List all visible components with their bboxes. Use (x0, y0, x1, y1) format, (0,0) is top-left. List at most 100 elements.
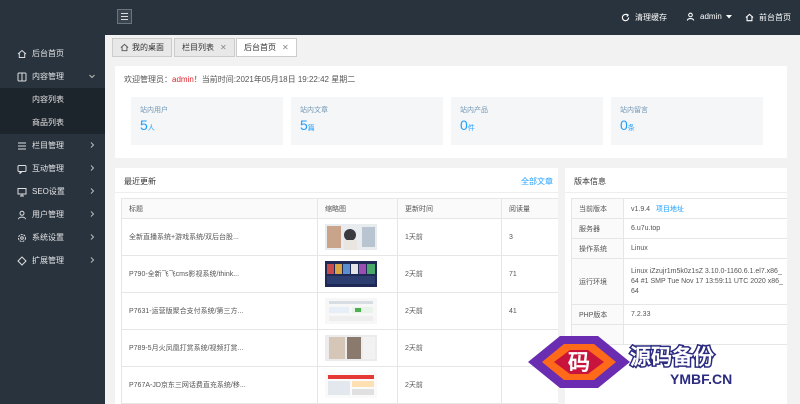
grid-icon (17, 72, 27, 82)
thumbnail-image (325, 224, 377, 250)
tab-admin-home[interactable]: 后台首页 ✕ (236, 38, 297, 57)
tab-label: 栏目列表 (182, 43, 214, 52)
version-row: 操作系统 Linux (571, 238, 787, 259)
row-title[interactable]: P7631-运营版聚合支付系统/第三方... (121, 292, 318, 330)
caret-down-icon (725, 14, 732, 18)
stat-unit: 件 (467, 125, 475, 132)
welcome-user: admin (172, 75, 194, 84)
sidebar-subitem-content-list[interactable]: 内容列表 (0, 88, 105, 111)
close-icon[interactable]: ✕ (220, 43, 227, 52)
clear-cache-label: 清理缓存 (635, 13, 667, 22)
content-submenu: 内容列表 商品列表 (0, 88, 105, 134)
version-row: 运行环境 Linux iZzujr1m5k0z1sZ 3.10.0-1160.6… (571, 258, 787, 305)
frontend-home-link[interactable]: 前台首页 (745, 12, 791, 23)
clear-cache-button[interactable]: 清理缓存 (621, 12, 667, 23)
chevron-right-icon (90, 257, 95, 263)
version-value: Linux (623, 238, 787, 259)
row-views: 71 (501, 255, 558, 293)
row-title[interactable]: P767A-JD京东三网话费直充系统/移... (121, 366, 318, 404)
user-icon (686, 12, 695, 21)
refresh-icon (621, 13, 630, 22)
latest-updates-card: 最近更新 全部文章 标题 缩略图 更新时间 阅读量 全新直播系统+游戏系统/双后… (115, 168, 558, 404)
sidebar-item-extensions[interactable]: 扩展管理 (0, 249, 105, 272)
table-row[interactable]: P767A-JD京东三网话费直充系统/移... 2天前 (121, 366, 558, 404)
close-icon[interactable]: ✕ (282, 43, 289, 52)
sidebar-item-label: 系统设置 (32, 233, 64, 242)
table-row[interactable]: P7631-运营版聚合支付系统/第三方... 2天前 41 (121, 292, 558, 330)
sidebar-item-content[interactable]: 内容管理 (0, 65, 105, 88)
row-time: 2天前 (397, 329, 502, 367)
row-thumbnail (317, 218, 398, 256)
sidebar-item-home[interactable]: 后台首页 (0, 42, 105, 65)
sidebar-item-settings[interactable]: 系统设置 (0, 226, 105, 249)
sidebar-item-seo[interactable]: SEO设置 (0, 180, 105, 203)
watermark-cn: 源码备份 (630, 345, 715, 369)
row-time: 1天前 (397, 218, 502, 256)
thumbnail-image (325, 261, 377, 287)
menu-toggle-button[interactable] (117, 9, 132, 24)
divider (115, 192, 558, 193)
user-menu[interactable]: admin (686, 12, 738, 21)
stat-label: 站内用户 (140, 107, 168, 114)
chat-icon (17, 164, 27, 174)
divider (565, 192, 787, 193)
row-title[interactable]: P789-5月火凤凰打赏系统/视频打赏... (121, 329, 318, 367)
table-row[interactable]: 全新直播系统+游戏系统/双后台股... 1天前 3 (121, 218, 558, 256)
tab-label: 后台首页 (244, 43, 276, 52)
version-value: Linux iZzujr1m5k0z1sZ 3.10.0-1160.6.1.el… (623, 258, 787, 305)
version-value: 6.u7u.top (623, 218, 787, 239)
list-icon (17, 141, 27, 151)
all-articles-link[interactable]: 全部文章 (521, 176, 553, 187)
tab-bar: 我的桌面 栏目列表 ✕ 后台首页 ✕ (105, 35, 800, 60)
version-row: 服务器 6.u7u.top (571, 218, 787, 239)
stat-value: 5 (140, 117, 148, 133)
stat-products[interactable]: 站内产品 0件 (451, 97, 603, 145)
welcome-prefix: 欢迎管理员： (124, 75, 172, 84)
thumbnail-image (325, 335, 377, 361)
watermark: 码 源码备份 YMBF.CN (520, 322, 800, 404)
row-title[interactable]: 全新直播系统+游戏系统/双后台股... (121, 218, 318, 256)
home-icon (17, 49, 27, 59)
sidebar-subitem-product-list[interactable]: 商品列表 (0, 111, 105, 134)
chevron-down-icon (89, 74, 95, 79)
version-key: 服务器 (571, 218, 624, 239)
top-header: 清理缓存 admin 前台首页 (105, 0, 800, 35)
ext-icon (17, 255, 27, 266)
row-thumbnail (317, 329, 398, 367)
row-thumbnail (317, 255, 398, 293)
watermark-en: YMBF.CN (670, 371, 732, 387)
sidebar-item-columns[interactable]: 栏目管理 (0, 134, 105, 157)
sidebar-item-interaction[interactable]: 互动管理 (0, 157, 105, 180)
tab-my-desktop[interactable]: 我的桌面 (112, 38, 172, 57)
gear-icon (17, 233, 27, 243)
tab-label: 我的桌面 (132, 43, 164, 52)
chevron-right-icon (90, 188, 95, 194)
chevron-right-icon (90, 211, 95, 217)
card-title: 最近更新 (124, 177, 156, 186)
project-link[interactable]: 项目地址 (656, 206, 684, 213)
stat-users[interactable]: 站内用户 5人 (131, 97, 283, 145)
welcome-card: 欢迎管理员：admin！当前时间:2021年05月18日 19:22:42 星期… (115, 66, 787, 158)
stat-value: 5 (300, 117, 308, 133)
table-row[interactable]: P789-5月火凤凰打赏系统/视频打赏... 2天前 (121, 329, 558, 367)
sidebar-item-label: 用户管理 (32, 210, 64, 219)
stat-unit: 条 (627, 125, 635, 132)
row-title[interactable]: P790-全新飞飞cms影视系统/think... (121, 255, 318, 293)
tab-column-list[interactable]: 栏目列表 ✕ (174, 38, 235, 57)
logo-area (0, 0, 105, 35)
home-icon (745, 13, 754, 22)
table-row[interactable]: P790-全新飞飞cms影视系统/think... 2天前 71 (121, 255, 558, 293)
sidebar-item-users[interactable]: 用户管理 (0, 203, 105, 226)
table-header-row: 标题 缩略图 更新时间 阅读量 (121, 198, 558, 219)
updates-table: 标题 缩略图 更新时间 阅读量 全新直播系统+游戏系统/双后台股... 1天前 … (121, 198, 558, 404)
watermark-glyph: 码 (568, 350, 590, 375)
sidebar-item-label: 内容管理 (32, 72, 64, 81)
row-thumbnail (317, 292, 398, 330)
stat-articles[interactable]: 站内文章 5篇 (291, 97, 443, 145)
version-key: 操作系统 (571, 238, 624, 259)
row-time: 2天前 (397, 292, 502, 330)
stat-messages[interactable]: 站内留言 0条 (611, 97, 763, 145)
stat-value: 0 (620, 117, 628, 133)
row-time: 2天前 (397, 255, 502, 293)
version-value-cell: v1.9.4 项目地址 (623, 198, 787, 219)
